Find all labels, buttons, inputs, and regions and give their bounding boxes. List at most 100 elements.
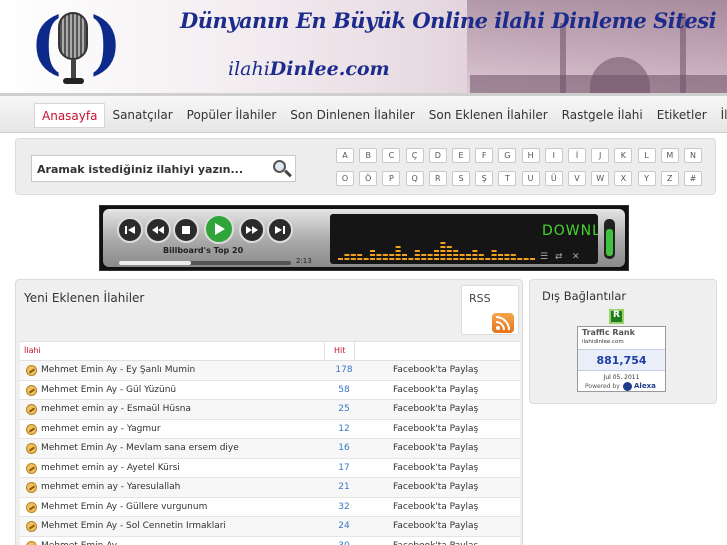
facebook-share-link[interactable]: Facebook'ta Paylaş: [393, 502, 478, 512]
eq-bar-segment: [517, 258, 523, 260]
nav-item-son-eklenen[interactable]: Son Eklenen İlahiler: [422, 103, 555, 128]
nav-item-anasayfa[interactable]: Anasayfa: [34, 103, 106, 128]
next-button[interactable]: [267, 217, 293, 243]
letter-button[interactable]: Z: [660, 171, 679, 186]
hymn-title-link[interactable]: Mehmet Emin Ay - Ey Şanlı Mumin: [41, 365, 195, 375]
hymn-title-link[interactable]: Mehmet Emin Ay - Gül Yüzünü: [41, 385, 176, 395]
letter-button[interactable]: F: [475, 148, 494, 163]
nav-item-sanatcilar[interactable]: Sanatçılar: [105, 103, 179, 128]
eq-bar-segment: [472, 254, 478, 256]
rss-button[interactable]: RSS: [461, 285, 519, 335]
repeat-icon[interactable]: ⇄: [555, 252, 563, 262]
rank-badge[interactable]: R: [609, 309, 624, 324]
facebook-share-link[interactable]: Facebook'ta Paylaş: [393, 404, 478, 414]
facebook-share-link[interactable]: Facebook'ta Paylaş: [393, 443, 478, 453]
alexa-brand: Alexa: [634, 382, 656, 390]
hymn-title-link[interactable]: Mehmet Emin Ay - Güllere vurgunum: [41, 502, 207, 512]
letter-button[interactable]: #: [684, 171, 702, 186]
letter-button[interactable]: Ş: [475, 171, 494, 186]
facebook-share-link[interactable]: Facebook'ta Paylaş: [393, 541, 478, 545]
letter-button[interactable]: Ö: [359, 171, 378, 186]
search-input[interactable]: [37, 160, 262, 178]
eq-bar-segment: [395, 258, 401, 260]
stop-button[interactable]: [173, 217, 199, 243]
facebook-share-link[interactable]: Facebook'ta Paylaş: [393, 463, 478, 473]
letter-button[interactable]: H: [521, 148, 540, 163]
letter-button[interactable]: İ: [568, 148, 586, 163]
letter-button[interactable]: E: [452, 148, 470, 163]
letter-button[interactable]: W: [591, 171, 610, 186]
table-row: Mehmet Emin Ay - ... 30 Facebook'ta Paylaş: [20, 536, 520, 545]
nav-item-son-dinlenen[interactable]: Son Dinlenen İlahiler: [283, 103, 422, 128]
letter-button[interactable]: R: [428, 171, 447, 186]
letter-button[interactable]: C: [382, 148, 401, 163]
eq-bar-segment: [440, 242, 446, 244]
playlist-icon[interactable]: ☰: [540, 252, 548, 262]
eq-bar-segment: [370, 254, 375, 256]
site-logo[interactable]: ( ): [30, 4, 122, 92]
facebook-share-link[interactable]: Facebook'ta Paylaş: [393, 365, 478, 375]
facebook-share-link[interactable]: Facebook'ta Paylaş: [393, 424, 478, 434]
hymn-title-link[interactable]: mehmet emin ay - Esmaül Hüsna: [41, 404, 191, 414]
letter-button[interactable]: M: [660, 148, 679, 163]
minaret: [560, 23, 566, 93]
facebook-share-link[interactable]: Facebook'ta Paylaş: [393, 521, 478, 531]
hit-count: 24: [338, 521, 350, 531]
eq-bar-segment: [414, 250, 420, 252]
hymn-title-link[interactable]: Mehmet Emin Ay - Mevlam sana ersem diye: [41, 443, 239, 453]
letter-button[interactable]: J: [591, 148, 610, 163]
hymn-title-link[interactable]: mehmet emin ay - Yagmur: [41, 424, 161, 434]
alexa-widget[interactable]: Traffic Rank ilahidinlee.com 881,754 Jul…: [577, 326, 666, 392]
eq-bar-segment: [472, 258, 478, 260]
letter-button[interactable]: Ç: [405, 148, 424, 163]
letter-button[interactable]: Q: [405, 171, 424, 186]
table-row: mehmet emin ay - Esmaül Hüsna 25 Facebook'…: [20, 400, 520, 420]
letter-button[interactable]: S: [452, 171, 470, 186]
shuffle-icon[interactable]: ✕: [572, 252, 580, 262]
volume-slider[interactable]: [604, 219, 615, 259]
playlist-label: Billboard's Top 20: [163, 246, 244, 255]
letter-button[interactable]: K: [614, 148, 633, 163]
eq-bar-segment: [510, 254, 516, 256]
alexa-domain: ilahidinlee.com: [582, 339, 624, 345]
letter-button[interactable]: U: [521, 171, 540, 186]
letter-button[interactable]: B: [359, 148, 378, 163]
letter-button[interactable]: I: [544, 148, 563, 163]
facebook-share-link[interactable]: Facebook'ta Paylaş: [393, 482, 478, 492]
nav-item-populer[interactable]: Popüler İlahiler: [180, 103, 284, 128]
play-button[interactable]: [204, 214, 234, 244]
letter-button[interactable]: A: [336, 148, 354, 163]
letter-button[interactable]: N: [684, 148, 702, 163]
microphone-stem: [71, 60, 76, 80]
letter-button[interactable]: G: [498, 148, 517, 163]
nav-item-etiketler[interactable]: Etiketler: [650, 103, 714, 128]
eq-bar-segment: [446, 250, 452, 252]
letter-button[interactable]: Ü: [544, 171, 563, 186]
header-banner: ( ) Dünyanın En Büyük Online ilahi Dinle…: [0, 0, 727, 93]
hymn-title-link[interactable]: Mehmet Emin Ay - Sol Cennetin Irmaklari: [41, 521, 226, 531]
letter-button[interactable]: Y: [637, 171, 656, 186]
nav-item-iletisim[interactable]: İletişim: [714, 103, 727, 128]
letter-button[interactable]: T: [498, 171, 517, 186]
eq-bar-segment: [466, 254, 471, 256]
letter-button[interactable]: X: [614, 171, 633, 186]
banner-site-name[interactable]: ilahiDinlee.com: [228, 58, 390, 80]
hymn-title-link[interactable]: Mehmet Emin Ay - ...: [41, 541, 135, 545]
letter-button[interactable]: O: [336, 171, 354, 186]
facebook-share-link[interactable]: Facebook'ta Paylaş: [393, 385, 478, 395]
progress-bar[interactable]: [119, 261, 291, 265]
column-divider: [354, 342, 355, 362]
forward-button[interactable]: [239, 217, 265, 243]
nav-item-rastgele[interactable]: Rastgele İlahi: [555, 103, 650, 128]
hymn-title-link[interactable]: mehmet emin ay - Ayetel Kürsi: [41, 463, 180, 473]
rewind-button[interactable]: [145, 217, 171, 243]
letter-button[interactable]: L: [637, 148, 656, 163]
sidebar-title: Dış Bağlantılar: [542, 289, 627, 303]
letter-button[interactable]: V: [568, 171, 586, 186]
search-button[interactable]: [271, 158, 293, 180]
search-box: [31, 155, 296, 182]
hymn-title-link[interactable]: mehmet emin ay - Yaresulallah: [41, 482, 180, 492]
letter-button[interactable]: D: [428, 148, 447, 163]
previous-button[interactable]: [117, 217, 143, 243]
letter-button[interactable]: P: [382, 171, 401, 186]
